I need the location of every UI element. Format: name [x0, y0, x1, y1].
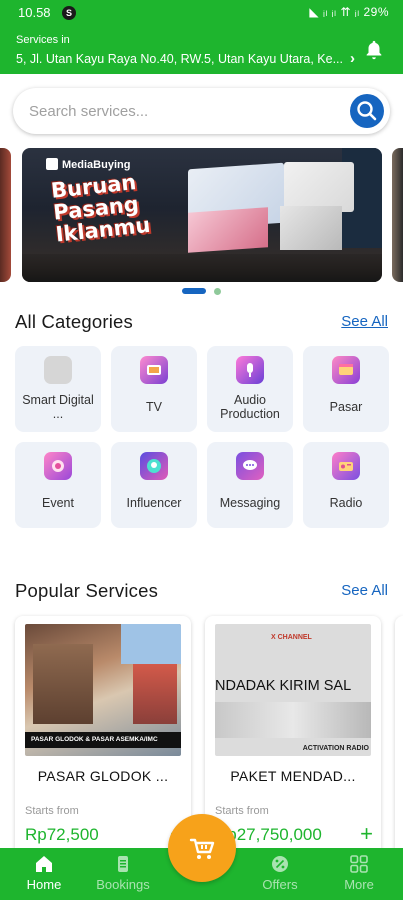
category-card[interactable]: TV [111, 346, 197, 432]
banner-billboard [188, 207, 268, 253]
services-in-label: Services in [16, 34, 70, 46]
categories-title: All Categories [15, 311, 133, 332]
service-image-sketch [215, 702, 371, 738]
carousel-next-slide[interactable] [392, 148, 403, 282]
service-title: PAKET MENDAD... [230, 768, 356, 784]
category-label: Smart Digital ... [22, 393, 94, 421]
banner-headline: Buruan Pasang Iklanmu [50, 167, 176, 247]
starts-from-label: Starts from [215, 805, 269, 817]
category-label: Radio [329, 496, 363, 510]
bookings-icon [118, 856, 128, 872]
category-card[interactable]: Event [15, 442, 101, 528]
service-title: PASAR GLODOK ... [37, 768, 169, 784]
nav-label: More [344, 877, 374, 892]
status-indicators: ◣ ᵢₗ ᵢₗ ⇈ ᵢₗ 29% [309, 5, 389, 19]
category-card[interactable]: Smart Digital ... [15, 346, 101, 432]
popular-services-title: Popular Services [15, 580, 159, 601]
chevron-right-icon[interactable]: › [350, 50, 355, 67]
influencer-icon [140, 452, 168, 480]
service-image-sky [121, 624, 181, 664]
offers-icon [272, 856, 288, 872]
home-icon [36, 856, 52, 872]
service-card[interactable]: X CHANNEL NDADAK KIRIM SAL ACTIVATION RA… [205, 616, 381, 856]
add-to-cart-icon[interactable]: + [360, 821, 373, 847]
service-image-caption: NDADAK KIRIM SAL [215, 678, 352, 694]
tv-icon [140, 356, 168, 384]
banner-logo-text: MediaBuying [62, 159, 131, 171]
nav-offers[interactable]: Offers [240, 848, 320, 900]
event-icon [44, 452, 72, 480]
carousel-dot[interactable] [214, 288, 221, 295]
category-card[interactable]: Audio Production [207, 346, 293, 432]
banner-billboard [284, 162, 354, 212]
promo-banner[interactable]: MediaBuying Buruan Pasang Iklanmu [22, 148, 382, 282]
status-app-badge: S [62, 6, 76, 20]
starts-from-label: Starts from [25, 805, 79, 817]
category-label: Event [42, 496, 74, 510]
more-icon [350, 855, 368, 873]
nav-label: Home [26, 877, 62, 892]
category-card[interactable]: Pasar [303, 346, 389, 432]
service-card-peek[interactable] [395, 616, 403, 856]
service-price: Rp72,500 [25, 825, 99, 844]
search-button[interactable] [350, 94, 384, 128]
location-address[interactable]: 5, Jl. Utan Kayu Raya No.40, RW.5, Utan … [16, 52, 346, 66]
promo-carousel[interactable]: MediaBuying Buruan Pasang Iklanmu [0, 148, 403, 282]
nav-home[interactable]: Home [4, 848, 84, 900]
service-image: X CHANNEL NDADAK KIRIM SAL ACTIVATION RA… [215, 624, 371, 756]
smart-digital-icon [44, 356, 72, 384]
service-image-brand: X CHANNEL [271, 634, 312, 641]
category-label: Influencer [126, 496, 182, 510]
service-image-building [133, 664, 177, 724]
search-bar[interactable] [13, 88, 390, 134]
banner-crowd [22, 254, 382, 282]
mediabuying-logo-icon [46, 158, 58, 170]
search-icon [357, 101, 377, 121]
category-label: Pasar [329, 400, 363, 414]
status-time: 10.58 [18, 5, 51, 20]
status-bar: 10.58 S ◣ ᵢₗ ᵢₗ ⇈ ᵢₗ 29% [0, 0, 403, 26]
nav-label: Offers [262, 877, 298, 892]
category-label: Messaging [219, 496, 281, 510]
nav-label: Bookings [96, 877, 150, 892]
cart-icon [189, 838, 215, 859]
service-card[interactable]: PASAR GLODOK & PASAR ASEMKA/IMC PASAR GL… [15, 616, 191, 856]
location-header[interactable]: Services in 5, Jl. Utan Kayu Raya No.40,… [0, 26, 403, 74]
carousel-dot-active[interactable] [182, 288, 206, 294]
messaging-icon [236, 452, 264, 480]
category-label: TV [146, 400, 162, 414]
category-card[interactable]: Radio [303, 442, 389, 528]
service-image: PASAR GLODOK & PASAR ASEMKA/IMC [25, 624, 181, 756]
service-image-building [33, 644, 93, 724]
banner-billboard [280, 206, 342, 250]
radio-icon [332, 452, 360, 480]
category-label: Audio Production [220, 393, 280, 421]
search-input[interactable] [29, 88, 329, 134]
carousel-prev-slide[interactable] [0, 148, 11, 282]
nav-more[interactable]: More [319, 848, 399, 900]
service-image-footer: ACTIVATION RADIO [302, 745, 369, 752]
carousel-indicator [0, 287, 403, 295]
banner-logo: MediaBuying [46, 158, 130, 171]
popular-see-all-link[interactable]: See All [341, 582, 388, 599]
cart-button[interactable] [168, 814, 236, 882]
category-card[interactable]: Messaging [207, 442, 293, 528]
nav-bookings[interactable]: Bookings [83, 848, 163, 900]
categories-see-all-link[interactable]: See All [341, 313, 388, 330]
pasar-icon [332, 356, 360, 384]
category-card[interactable]: Influencer [111, 442, 197, 528]
service-image-caption: PASAR GLODOK & PASAR ASEMKA/IMC [25, 732, 181, 748]
bell-icon[interactable] [363, 38, 385, 62]
audio-production-icon [236, 356, 264, 384]
